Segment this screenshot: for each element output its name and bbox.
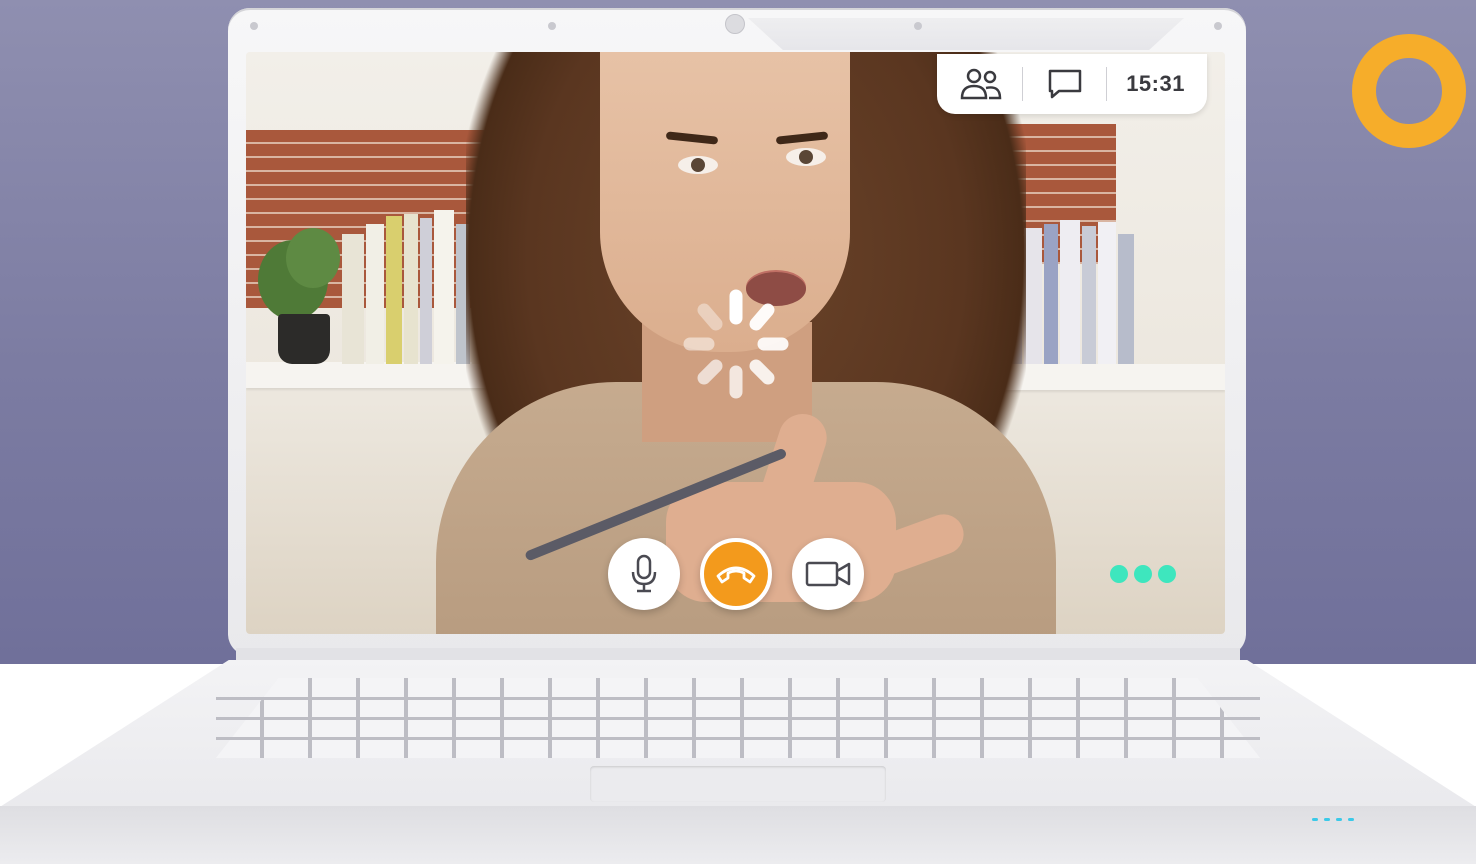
books-right: [1006, 218, 1166, 364]
status-led: [1312, 818, 1318, 821]
lid-screw: [1214, 22, 1222, 30]
keyboard-row-gap: [216, 697, 1260, 700]
hang-up-button[interactable]: [700, 538, 772, 610]
laptop-base-edge: [0, 806, 1476, 864]
participants-icon[interactable]: [959, 64, 1003, 104]
eye: [786, 148, 826, 166]
status-led: [1336, 818, 1342, 821]
trackpad: [590, 766, 886, 802]
decorative-ring: [1352, 34, 1466, 148]
keyboard-row-gap: [216, 717, 1260, 720]
lid-screw: [914, 22, 922, 30]
microphone-icon: [631, 554, 657, 593]
status-led: [1348, 818, 1354, 821]
mute-button[interactable]: [608, 538, 680, 610]
status-led: [1324, 818, 1330, 821]
chat-icon[interactable]: [1043, 64, 1087, 104]
lid-screw: [548, 22, 556, 30]
video-toggle-button[interactable]: [792, 538, 864, 610]
separator: [1105, 67, 1107, 101]
video-call-screen: 15:31: [246, 52, 1225, 634]
call-top-bar: 15:31: [937, 54, 1207, 114]
separator: [1022, 67, 1024, 101]
plant-pot: [278, 314, 330, 364]
call-timer: 15:31: [1126, 71, 1185, 96]
typing-indicator-icon: [1110, 565, 1176, 583]
loading-spinner-icon: [683, 289, 789, 399]
hang-up-icon: [716, 566, 756, 584]
lid-notch: [748, 18, 1184, 50]
eye: [678, 156, 718, 174]
plant-leaves: [286, 228, 340, 288]
keyboard-row-gap: [216, 737, 1260, 740]
webcam: [725, 14, 745, 34]
video-camera-icon: [805, 561, 851, 587]
lid-screw: [250, 22, 258, 30]
